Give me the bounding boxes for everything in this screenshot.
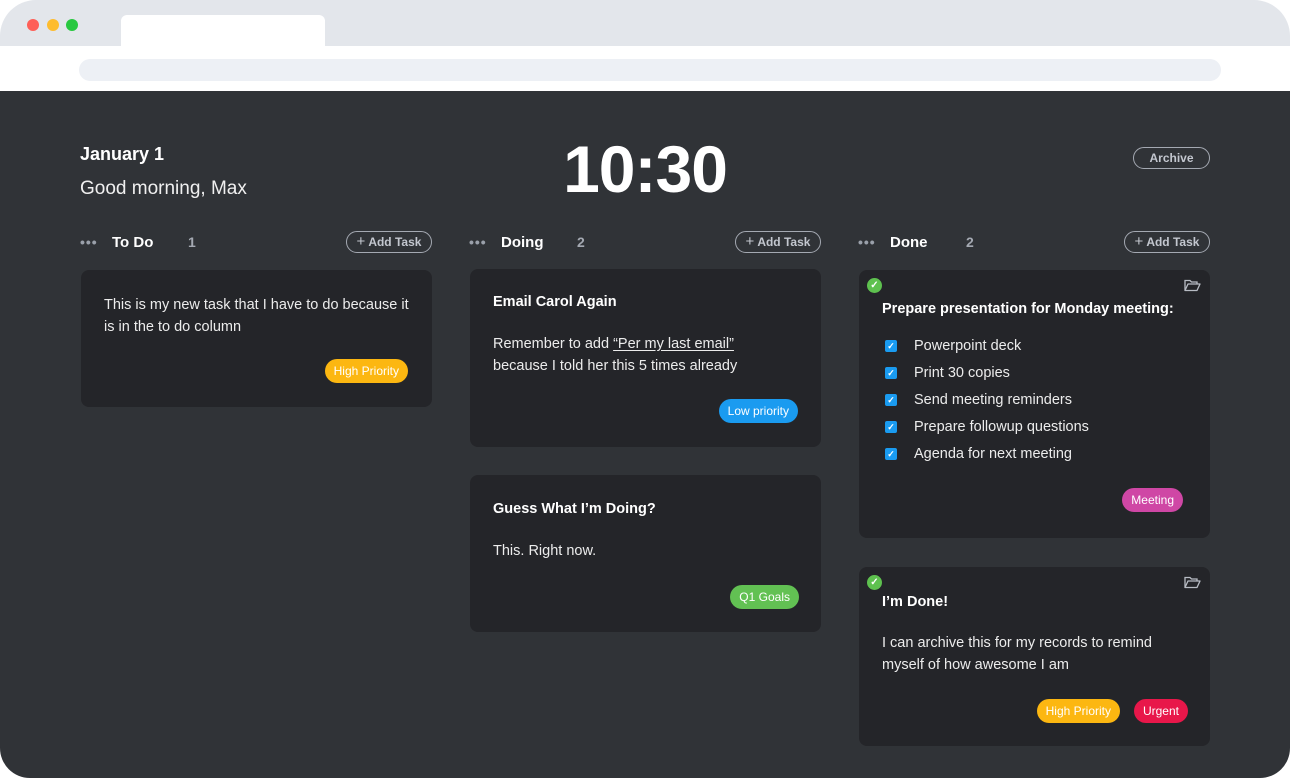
checkbox-checked[interactable]: ✓ xyxy=(885,393,897,406)
add-task-label: Add Task xyxy=(368,235,422,249)
tag-low-priority[interactable]: Low priority xyxy=(718,399,798,423)
clock: 10:30 xyxy=(563,132,728,206)
quoted-phrase: “Per my last email” xyxy=(613,336,734,352)
column-title: Done xyxy=(890,234,928,251)
browser-tab[interactable] xyxy=(121,15,325,46)
checkbox-checked[interactable]: ✓ xyxy=(885,447,897,460)
column-header-todo: ••• To Do 1 + Add Task xyxy=(80,230,432,254)
checkbox-checked[interactable]: ✓ xyxy=(885,366,897,379)
maximize-window-button[interactable] xyxy=(66,19,78,31)
card-title: Guess What I’m Doing? xyxy=(493,501,656,517)
card-text: I can archive this for my records to rem… xyxy=(882,635,1152,673)
add-task-button[interactable]: + Add Task xyxy=(735,231,821,253)
check-circle-icon: ✓ xyxy=(867,278,882,293)
card-text: This. Right now. xyxy=(493,543,597,559)
ellipsis-icon[interactable]: ••• xyxy=(80,234,98,250)
tag-high-priority[interactable]: High Priority xyxy=(1036,699,1120,723)
checklist-item[interactable]: ✓ Prepare followup questions xyxy=(885,413,1089,440)
plus-icon: + xyxy=(745,233,755,250)
tag-meeting[interactable]: Meeting xyxy=(1122,488,1183,512)
address-bar[interactable] xyxy=(79,59,1221,81)
tag-urgent[interactable]: Urgent xyxy=(1133,699,1188,723)
minimize-window-button[interactable] xyxy=(47,19,59,31)
card-title: Email Carol Again xyxy=(493,294,617,310)
tag-high-priority[interactable]: High Priority xyxy=(324,359,408,383)
check-circle-icon: ✓ xyxy=(867,575,882,590)
checkbox-checked[interactable]: ✓ xyxy=(885,339,897,352)
checklist-item[interactable]: ✓ Print 30 copies xyxy=(885,359,1089,386)
checklist-item-label: Agenda for next meeting xyxy=(914,445,1072,462)
checklist-item[interactable]: ✓ Agenda for next meeting xyxy=(885,440,1089,467)
checklist-item-label: Prepare followup questions xyxy=(914,418,1089,435)
plus-icon: + xyxy=(1134,233,1144,250)
checklist-item-label: Powerpoint deck xyxy=(914,337,1022,354)
card-text: Remember to add “Per my last email” beca… xyxy=(493,333,803,377)
column-count: 2 xyxy=(966,234,974,250)
ellipsis-icon[interactable]: ••• xyxy=(858,234,876,250)
column-header-done: ••• Done 2 + Add Task xyxy=(858,230,1210,254)
ellipsis-icon[interactable]: ••• xyxy=(469,234,487,250)
add-task-label: Add Task xyxy=(1146,235,1200,249)
kanban-app: January 1 Good morning, Max 10:30 Archiv… xyxy=(0,91,1290,778)
column-title: Doing xyxy=(501,234,544,251)
task-card[interactable]: ✓ I’m Done! I can archive this for my re… xyxy=(859,567,1210,746)
task-card[interactable]: This is my new task that I have to do be… xyxy=(81,270,432,407)
column-title: To Do xyxy=(112,234,154,251)
task-card[interactable]: Email Carol Again Remember to add “Per m… xyxy=(470,269,821,447)
add-task-button[interactable]: + Add Task xyxy=(346,231,432,253)
close-window-button[interactable] xyxy=(27,19,39,31)
column-header-doing: ••• Doing 2 + Add Task xyxy=(469,230,821,254)
card-title: Prepare presentation for Monday meeting: xyxy=(882,301,1174,317)
add-task-label: Add Task xyxy=(757,235,811,249)
card-text-after: because I told her this 5 times already xyxy=(493,358,738,374)
card-text: This is my new task that I have to do be… xyxy=(104,297,409,335)
checkbox-checked[interactable]: ✓ xyxy=(885,420,897,433)
task-card[interactable]: Guess What I’m Doing? This. Right now. Q… xyxy=(470,475,821,632)
card-title: I’m Done! xyxy=(882,594,949,610)
add-task-button[interactable]: + Add Task xyxy=(1124,231,1210,253)
checklist: ✓ Powerpoint deck ✓ Print 30 copies ✓ Send … xyxy=(885,332,1089,467)
column-count: 2 xyxy=(577,234,585,250)
folder-open-icon[interactable] xyxy=(1184,576,1201,589)
task-card[interactable]: ✓ Prepare presentation for Monday meetin… xyxy=(859,270,1210,538)
column-count: 1 xyxy=(188,234,196,250)
archive-button[interactable]: Archive xyxy=(1133,147,1210,169)
tag-q1-goals[interactable]: Q1 Goals xyxy=(730,585,799,609)
checklist-item[interactable]: ✓ Send meeting reminders xyxy=(885,386,1089,413)
browser-titlebar xyxy=(0,0,1290,46)
checklist-item-label: Print 30 copies xyxy=(914,364,1010,381)
plus-icon: + xyxy=(356,233,366,250)
card-text-before: Remember to add xyxy=(493,336,614,352)
checklist-item[interactable]: ✓ Powerpoint deck xyxy=(885,332,1089,359)
checklist-item-label: Send meeting reminders xyxy=(914,391,1072,408)
folder-open-icon[interactable] xyxy=(1184,279,1201,292)
